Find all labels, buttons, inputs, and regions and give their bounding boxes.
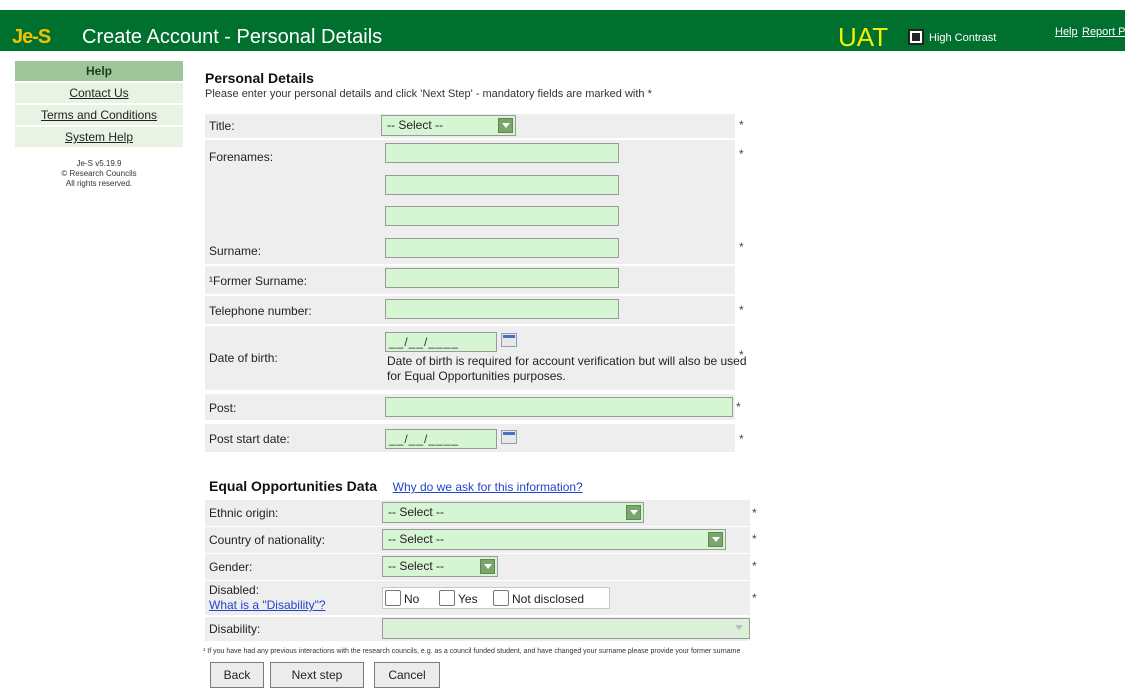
- chevron-down-icon: [480, 559, 495, 574]
- environment-badge: UAT: [838, 22, 889, 52]
- required-mark: *: [739, 147, 744, 161]
- telephone-label: Telephone number:: [209, 304, 312, 318]
- chevron-down-icon: [498, 118, 513, 133]
- page-title: Create Account - Personal Details: [82, 26, 383, 48]
- forename-2-input[interactable]: [385, 175, 619, 195]
- disabled-label: Disabled:: [209, 583, 260, 597]
- telephone-input[interactable]: [385, 299, 619, 319]
- version-text: Je-S v5.19.9: [76, 159, 122, 168]
- calendar-icon[interactable]: [501, 333, 517, 347]
- required-mark: *: [739, 240, 744, 254]
- required-mark: *: [739, 118, 744, 132]
- intro-text: Please enter your personal details and c…: [205, 88, 652, 100]
- disabled-radio-group: No Yes Not disclosed: [382, 587, 610, 609]
- gender-select-value: -- Select --: [388, 559, 445, 573]
- chevron-down-icon: [732, 621, 747, 636]
- disabled-not-disclosed-label: Not disclosed: [512, 592, 585, 606]
- nationality-select-value: -- Select --: [388, 532, 445, 546]
- required-mark: *: [739, 432, 744, 446]
- required-mark: *: [752, 506, 757, 520]
- what-is-disability-link[interactable]: What is a "Disability"?: [209, 598, 326, 612]
- required-mark: *: [739, 348, 744, 362]
- chevron-down-icon: [626, 505, 641, 520]
- sidebar: Help Contact Us Terms and Conditions Sys…: [15, 61, 183, 189]
- forename-3-input[interactable]: [385, 206, 619, 226]
- title-label: Title:: [209, 119, 235, 133]
- back-button[interactable]: Back: [210, 662, 264, 688]
- high-contrast-checkbox[interactable]: [908, 29, 924, 45]
- header-report-problem-link[interactable]: Report Pro: [1082, 26, 1125, 38]
- nationality-label: Country of nationality:: [209, 533, 326, 547]
- disabled-yes-radio[interactable]: [439, 590, 455, 606]
- gender-select[interactable]: -- Select --: [382, 556, 498, 577]
- post-start-label: Post start date:: [209, 432, 290, 446]
- former-surname-footnote: ¹ If you have had any previous interacti…: [203, 648, 741, 655]
- ethnic-origin-select[interactable]: -- Select --: [382, 502, 644, 523]
- disability-select[interactable]: [382, 618, 750, 639]
- ethnic-label: Ethnic origin:: [209, 506, 279, 520]
- dob-input[interactable]: __/__/____: [385, 332, 497, 352]
- rights-text: All rights reserved.: [65, 179, 133, 188]
- forename-1-input[interactable]: [385, 143, 619, 163]
- title-select[interactable]: -- Select --: [381, 115, 516, 136]
- sidebar-item-contact-us[interactable]: Contact Us: [15, 83, 183, 103]
- equal-opps-header: Equal Opportunities Data Why do we ask f…: [209, 478, 583, 494]
- required-mark: *: [739, 303, 744, 317]
- former-surname-label: ¹Former Surname:: [209, 274, 308, 288]
- gender-row: Gender: -- Select --: [205, 554, 750, 580]
- post-start-row: Post start date: __/__/____: [205, 424, 735, 452]
- cancel-button[interactable]: Cancel: [374, 662, 440, 688]
- post-input[interactable]: [385, 397, 733, 417]
- ethnic-row: Ethnic origin: -- Select --: [205, 500, 750, 526]
- equal-opps-heading: Equal Opportunities Data: [209, 478, 378, 494]
- post-row: Post:: [205, 394, 735, 420]
- header-bar: Je-S Create Account - Personal Details U…: [0, 0, 1125, 52]
- disability-label: Disability:: [209, 622, 261, 636]
- required-mark: *: [752, 591, 757, 605]
- jes-logo: Je-S: [12, 26, 51, 48]
- chevron-down-icon: [708, 532, 723, 547]
- next-step-button[interactable]: Next step: [270, 662, 364, 688]
- surname-row: Surname:: [205, 236, 735, 264]
- nationality-select[interactable]: -- Select --: [382, 529, 726, 550]
- surname-input[interactable]: [385, 238, 619, 258]
- disabled-no-radio[interactable]: [385, 590, 401, 606]
- calendar-icon[interactable]: [501, 430, 517, 444]
- title-row: Title: -- Select --: [205, 114, 735, 138]
- disabled-row: Disabled: What is a "Disability"? No Yes…: [205, 581, 750, 615]
- title-select-value: -- Select --: [387, 118, 444, 132]
- main-content: Personal Details Please enter your perso…: [205, 70, 1125, 100]
- forenames-row: Forenames:: [205, 140, 735, 236]
- sidebar-item-system-help[interactable]: System Help: [15, 127, 183, 147]
- dob-note: Date of birth is required for account ve…: [387, 354, 747, 383]
- post-label: Post:: [209, 401, 237, 415]
- disabled-no-label: No: [404, 592, 420, 606]
- forenames-label: Forenames:: [209, 150, 274, 164]
- nationality-row: Country of nationality: -- Select --: [205, 527, 750, 553]
- former-surname-row: ¹Former Surname:: [205, 266, 735, 294]
- disabled-yes-label: Yes: [458, 592, 478, 606]
- telephone-row: Telephone number:: [205, 296, 735, 324]
- ethnic-select-value: -- Select --: [388, 505, 445, 519]
- required-mark: *: [752, 559, 757, 573]
- sidebar-heading: Help: [15, 61, 183, 81]
- copyright-text: © Research Councils: [61, 169, 137, 178]
- version-info: Je-S v5.19.9 © Research Councils All rig…: [15, 159, 183, 189]
- former-surname-input[interactable]: [385, 268, 619, 288]
- dob-label: Date of birth:: [209, 351, 278, 365]
- sidebar-item-terms[interactable]: Terms and Conditions: [15, 105, 183, 125]
- dob-row: Date of birth: __/__/____ Date of birth …: [205, 326, 747, 390]
- why-ask-link[interactable]: Why do we ask for this information?: [393, 480, 583, 494]
- disability-row: Disability:: [205, 617, 750, 641]
- post-start-date-input[interactable]: __/__/____: [385, 429, 497, 449]
- personal-details-heading: Personal Details: [205, 70, 314, 86]
- header-help-link[interactable]: Help: [1055, 26, 1078, 38]
- gender-label: Gender:: [209, 560, 253, 574]
- high-contrast-label: High Contrast: [929, 32, 997, 44]
- surname-label: Surname:: [209, 244, 262, 258]
- required-mark: *: [752, 532, 757, 546]
- required-mark: *: [736, 400, 741, 414]
- disabled-not-disclosed-radio[interactable]: [493, 590, 509, 606]
